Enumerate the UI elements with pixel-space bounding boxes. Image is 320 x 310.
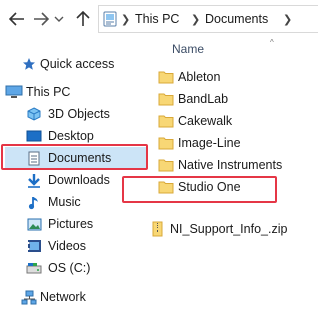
nav-item-label: Desktop <box>48 129 94 143</box>
nav-item-this-pc[interactable]: This PC <box>0 81 150 103</box>
list-item-name: Cakewalk <box>178 114 233 128</box>
arrow-left-icon <box>9 12 24 26</box>
nav-item-downloads[interactable]: Downloads <box>0 169 150 191</box>
computer-icon <box>103 11 117 27</box>
computer-icon <box>5 84 23 100</box>
back-button[interactable] <box>6 8 28 30</box>
cube-icon <box>26 106 42 122</box>
column-header-name[interactable]: Name <box>172 42 204 56</box>
nav-item-label: 3D Objects <box>48 107 110 121</box>
list-item[interactable]: Ableton <box>152 66 310 88</box>
list-item-name: Image-Line <box>178 136 241 150</box>
nav-item-label: Network <box>40 290 86 304</box>
network-icon <box>21 289 37 305</box>
nav-item-label: Documents <box>48 151 112 165</box>
list-item-name: NI_Support_Info_.zip <box>170 222 288 236</box>
drive-icon <box>26 260 42 276</box>
breadcrumb-separator[interactable]: ❯ <box>191 13 200 26</box>
toolbar: ❯ This PC ❯ Documents ❯ <box>0 0 318 38</box>
download-icon <box>26 172 42 188</box>
list-item[interactable]: NI_Support_Info_.zip <box>144 218 302 240</box>
list-item[interactable]: BandLab <box>152 88 310 110</box>
nav-item-label: Music <box>48 195 81 209</box>
nav-item-quick-access[interactable]: Quick access <box>0 53 150 75</box>
nav-item-label: This PC <box>26 85 71 99</box>
list-item-name: Native Instruments <box>178 158 283 172</box>
folder-icon <box>158 137 174 150</box>
desktop-icon <box>26 128 42 144</box>
nav-item-label: OS (C:) <box>48 261 91 275</box>
nav-item-label: Pictures <box>48 217 94 231</box>
recent-locations-button[interactable] <box>52 8 66 30</box>
star-icon <box>21 56 37 72</box>
nav-item-os-drive[interactable]: OS (C:) <box>0 257 150 279</box>
folder-icon <box>158 115 174 128</box>
list-item-name: Studio One <box>178 180 241 194</box>
list-item[interactable]: Studio One <box>152 176 310 198</box>
breadcrumb-separator[interactable]: ❯ <box>283 13 292 26</box>
list-item[interactable]: Cakewalk <box>152 110 310 132</box>
nav-item-videos[interactable]: Videos <box>0 235 150 257</box>
nav-item-pictures[interactable]: Pictures <box>0 213 150 235</box>
sort-indicator: ^ <box>270 38 274 47</box>
address-bar[interactable]: ❯ This PC ❯ Documents ❯ <box>98 5 318 33</box>
nav-item-documents[interactable]: Documents <box>5 147 146 169</box>
nav-item-network[interactable]: Network <box>0 286 150 308</box>
nav-item-desktop[interactable]: Desktop <box>0 125 150 147</box>
breadcrumb-this-pc[interactable]: This PC <box>135 12 179 26</box>
nav-item-label: Quick access <box>40 57 115 71</box>
nav-item-label: Videos <box>48 239 86 253</box>
nav-item-music[interactable]: Music <box>0 191 150 213</box>
folder-icon <box>158 159 174 172</box>
video-icon <box>26 238 42 254</box>
list-item-name: Ableton <box>178 70 221 84</box>
forward-button[interactable] <box>30 8 52 30</box>
navigation-pane: Quick access This PC 3D Objects Desktop … <box>0 38 152 310</box>
folder-icon <box>158 71 174 84</box>
list-item[interactable]: Native Instruments <box>152 154 310 176</box>
list-item[interactable]: Image-Line <box>152 132 310 154</box>
nav-item-3d-objects[interactable]: 3D Objects <box>0 103 150 125</box>
folder-icon <box>158 181 174 194</box>
document-icon <box>26 150 42 166</box>
nav-item-label: Downloads <box>48 173 110 187</box>
chevron-down-icon <box>54 16 64 22</box>
breadcrumb-separator[interactable]: ❯ <box>121 13 130 26</box>
picture-icon <box>26 216 42 232</box>
up-button[interactable] <box>72 8 94 30</box>
list-item-name: BandLab <box>178 92 229 106</box>
arrow-up-icon <box>76 11 90 26</box>
zip-folder-icon <box>152 221 163 237</box>
music-icon <box>26 194 42 210</box>
file-list: ^ Name Ableton BandLab Cakewalk Image-Li… <box>152 38 310 310</box>
arrow-right-icon <box>34 12 49 26</box>
folder-icon <box>158 93 174 106</box>
breadcrumb-documents[interactable]: Documents <box>205 12 268 26</box>
